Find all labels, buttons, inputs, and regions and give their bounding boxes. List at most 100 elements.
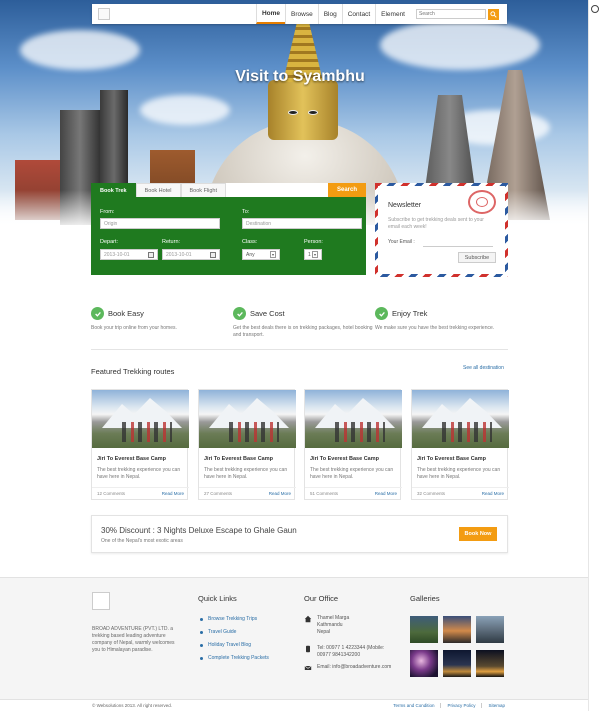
gallery-thumbnail[interactable] bbox=[443, 616, 471, 643]
route-card[interactable]: Jiri To Everest Base Camp The best trekk… bbox=[91, 389, 189, 500]
office-email: Email: info@broadadventure.com bbox=[304, 664, 391, 672]
class-select[interactable]: Any ▾ bbox=[242, 249, 280, 260]
feature-description: Get the best deals there is on trekking … bbox=[233, 325, 373, 338]
person-select[interactable]: 1 ▾ bbox=[304, 249, 322, 260]
class-select-value: Any bbox=[246, 251, 255, 258]
subscribe-button[interactable]: Subscribe bbox=[458, 252, 496, 263]
route-card[interactable]: Jiri To Everest Base Camp The best trekk… bbox=[411, 389, 509, 500]
check-circle-icon bbox=[375, 307, 388, 320]
office-phone: Tel: 00977 1 4223344 (Mobile: 00977 9841… bbox=[304, 645, 397, 659]
logo-image[interactable] bbox=[98, 8, 110, 20]
quick-link[interactable]: Browse Trekking Trips bbox=[200, 616, 269, 622]
nav-menu: Home Browse Blog Contact Element bbox=[255, 4, 410, 24]
terms-link[interactable]: Terms and Condition bbox=[393, 703, 434, 708]
route-card-footer: 51 Comments Read More bbox=[305, 487, 402, 499]
route-card[interactable]: Jiri To Everest Base Camp The best trekk… bbox=[198, 389, 296, 500]
check-circle-icon bbox=[233, 307, 246, 320]
book-now-button[interactable]: Book Now bbox=[459, 527, 497, 541]
check-circle-icon bbox=[91, 307, 104, 320]
route-photo[interactable] bbox=[412, 390, 509, 448]
newsletter-title: Newsletter bbox=[388, 202, 422, 209]
to-label: To: bbox=[242, 209, 250, 215]
comment-count[interactable]: 32 Comments bbox=[417, 491, 445, 496]
route-photo[interactable] bbox=[199, 390, 296, 448]
sitemap-link[interactable]: Sitemap bbox=[481, 703, 505, 708]
class-label: Class: bbox=[242, 239, 258, 245]
read-more-link[interactable]: Read More bbox=[162, 491, 184, 496]
booking-search-button[interactable]: Search bbox=[328, 183, 366, 197]
read-more-link[interactable]: Read More bbox=[269, 491, 291, 496]
office-address-text: Thamel Marga Kathmandu Nepal bbox=[317, 615, 350, 635]
promo-subtitle: One of the Nepal's most exotic areas bbox=[101, 538, 183, 544]
comment-count[interactable]: 27 Comments bbox=[204, 491, 232, 496]
quick-link[interactable]: Travel Guide bbox=[200, 629, 269, 635]
feature-title: Save Cost bbox=[250, 309, 285, 318]
nav-item-home[interactable]: Home bbox=[255, 4, 286, 24]
browser-scrollbar[interactable] bbox=[588, 0, 600, 711]
office-email-text[interactable]: Email: info@broadadventure.com bbox=[317, 664, 391, 672]
tab-book-hotel[interactable]: Book Hotel bbox=[135, 183, 181, 197]
from-label: From: bbox=[100, 209, 115, 215]
route-title[interactable]: Jiri To Everest Base Camp bbox=[97, 456, 166, 462]
nav-item-element[interactable]: Element bbox=[375, 4, 410, 24]
route-card[interactable]: Jiri To Everest Base Camp The best trekk… bbox=[304, 389, 402, 500]
footer-about-text: BROAD ADVENTURE (PVT.) LTD. a trekking b… bbox=[92, 626, 175, 653]
booking-tabs: Book Trek Book Hotel Book Flight Search bbox=[91, 183, 366, 197]
route-title[interactable]: Jiri To Everest Base Camp bbox=[310, 456, 379, 462]
route-description: The best trekking experience you can hav… bbox=[204, 467, 288, 480]
quick-link[interactable]: Complete Trekking Packets bbox=[200, 655, 269, 661]
home-icon bbox=[304, 615, 312, 623]
return-date-input[interactable]: 2013-10-01 bbox=[162, 249, 220, 260]
galleries-title: Galleries bbox=[410, 594, 440, 603]
postmark-stamp-icon bbox=[468, 190, 496, 214]
office-address: Thamel Marga Kathmandu Nepal bbox=[304, 615, 387, 636]
route-photo[interactable] bbox=[92, 390, 189, 448]
route-card-footer: 27 Comments Read More bbox=[199, 487, 296, 499]
stupa-eyes-image bbox=[283, 110, 323, 122]
nav-item-blog[interactable]: Blog bbox=[317, 4, 342, 24]
phone-icon bbox=[306, 645, 310, 653]
gallery-thumbnail[interactable] bbox=[410, 650, 438, 677]
search-input[interactable] bbox=[416, 9, 486, 19]
footer-logo-image[interactable] bbox=[92, 592, 110, 610]
chevron-down-icon: ▾ bbox=[312, 251, 318, 258]
footer-bottom-links: Terms and Condition Privacy Policy Sitem… bbox=[393, 703, 505, 708]
route-description: The best trekking experience you can hav… bbox=[310, 467, 394, 480]
site-footer: BROAD ADVENTURE (PVT.) LTD. a trekking b… bbox=[0, 577, 600, 699]
route-photo[interactable] bbox=[305, 390, 402, 448]
route-title[interactable]: Jiri To Everest Base Camp bbox=[204, 456, 273, 462]
calendar-icon[interactable] bbox=[148, 251, 154, 258]
gallery-thumbnail[interactable] bbox=[476, 616, 504, 643]
comment-count[interactable]: 12 Comments bbox=[97, 491, 125, 496]
comment-count[interactable]: 51 Comments bbox=[310, 491, 338, 496]
to-input[interactable]: Destination bbox=[242, 218, 362, 229]
booking-form: Book Trek Book Hotel Book Flight Search … bbox=[91, 183, 366, 275]
gallery-thumbnail[interactable] bbox=[476, 650, 504, 677]
gallery-thumbnail[interactable] bbox=[443, 650, 471, 677]
route-description: The best trekking experience you can hav… bbox=[97, 467, 181, 480]
newsletter-description: Subscribe to get trekking deals sent to … bbox=[388, 217, 484, 230]
from-input[interactable]: Origin bbox=[100, 218, 220, 229]
newsletter-email-input[interactable] bbox=[423, 246, 493, 247]
chevron-down-icon: ▾ bbox=[270, 251, 276, 258]
nav-item-browse[interactable]: Browse bbox=[285, 4, 318, 24]
search-button[interactable] bbox=[488, 8, 499, 20]
person-select-value: 1 bbox=[308, 251, 311, 258]
tab-book-flight[interactable]: Book Flight bbox=[180, 183, 227, 197]
promo-title: 30% Discount : 3 Nights Deluxe Escape to… bbox=[101, 526, 297, 535]
read-more-link[interactable]: Read More bbox=[482, 491, 504, 496]
calendar-icon[interactable] bbox=[210, 251, 216, 258]
depart-date-value: 2013-10-01 bbox=[104, 251, 130, 258]
search-icon bbox=[490, 10, 497, 18]
feature-title: Enjoy Trek bbox=[392, 309, 428, 318]
route-title[interactable]: Jiri To Everest Base Camp bbox=[417, 456, 486, 462]
nav-item-contact[interactable]: Contact bbox=[341, 4, 375, 24]
privacy-policy-link[interactable]: Privacy Policy bbox=[440, 703, 475, 708]
tab-book-trek[interactable]: Book Trek bbox=[91, 183, 136, 197]
see-all-destinations-link[interactable]: See all destination bbox=[463, 365, 504, 371]
person-label: Person: bbox=[304, 239, 323, 245]
read-more-link[interactable]: Read More bbox=[375, 491, 397, 496]
depart-date-input[interactable]: 2013-10-01 bbox=[100, 249, 158, 260]
quick-link[interactable]: Holiday Travel Blog bbox=[200, 642, 269, 648]
gallery-thumbnail[interactable] bbox=[410, 616, 438, 643]
